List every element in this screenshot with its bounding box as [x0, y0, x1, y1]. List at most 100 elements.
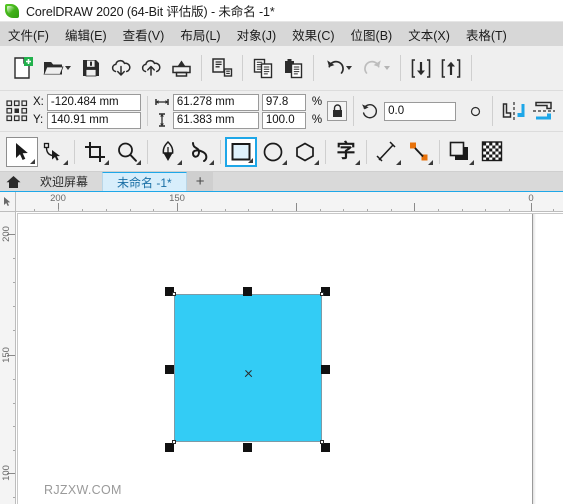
tool-connector[interactable]	[403, 137, 435, 167]
home-tab-button[interactable]	[0, 172, 26, 191]
scale-y-input[interactable]: 100.0	[261, 111, 306, 129]
tool-drop-shadow[interactable]	[444, 137, 476, 167]
height-input[interactable]: 61.383 mm	[172, 111, 259, 129]
toolbox-separator-2	[147, 139, 148, 164]
doctab-welcome[interactable]: 欢迎屏幕	[26, 172, 102, 191]
new-document-tab-button[interactable]: +	[186, 172, 214, 191]
circle-anchor-icon[interactable]	[464, 106, 486, 117]
save-button[interactable]	[76, 51, 106, 85]
rect-node-bottom-left[interactable]	[172, 440, 176, 444]
object-origin-grid-icon[interactable]	[6, 100, 28, 122]
import-button[interactable]	[406, 51, 436, 85]
tool-pick[interactable]	[6, 136, 38, 167]
copy-icon	[253, 58, 272, 78]
menu-bitmaps[interactable]: 位图(B)	[351, 23, 393, 46]
new-document-button[interactable]	[8, 51, 38, 85]
standard-toolbar	[0, 46, 563, 91]
selection-handle-bottom-left[interactable]	[165, 443, 174, 452]
import-arrow-down-icon	[411, 58, 431, 78]
tool-crop[interactable]	[79, 137, 111, 167]
horizontal-ruler[interactable]: 200 150 0	[0, 192, 563, 212]
selection-handle-middle-left[interactable]	[165, 365, 174, 374]
y-label: Y:	[33, 114, 44, 126]
tool-dimension[interactable]	[371, 137, 403, 167]
export-button[interactable]	[436, 51, 466, 85]
menu-table[interactable]: 表格(T)	[466, 23, 507, 46]
width-arrows-icon	[155, 93, 169, 111]
menu-bar: 文件(F) 编辑(E) 查看(V) 布局(L) 对象(J) 效果(C) 位图(B…	[0, 22, 563, 46]
selection-center-x-icon[interactable]	[244, 369, 253, 378]
dimension-line-icon	[376, 140, 396, 162]
cloud-download-icon	[111, 59, 131, 76]
height-arrows-icon	[157, 111, 167, 129]
menu-file[interactable]: 文件(F)	[8, 23, 49, 46]
rect-node-top-left[interactable]	[172, 292, 176, 296]
title-bar: CorelDRAW 2020 (64-Bit 评估版) - 未命名 -1*	[0, 0, 563, 22]
toolbar-separator-2	[242, 55, 243, 81]
menu-text[interactable]: 文本(X)	[408, 23, 450, 46]
open-folder-icon	[43, 62, 64, 75]
rect-node-bottom-right[interactable]	[320, 440, 324, 444]
size-icons	[154, 93, 170, 129]
tool-artistic-media[interactable]	[184, 137, 216, 167]
print-button[interactable]	[166, 51, 196, 85]
selection-handle-bottom-right[interactable]	[321, 443, 330, 452]
tool-polygon[interactable]	[289, 137, 321, 167]
menu-object[interactable]: 对象(J)	[237, 23, 277, 46]
y-position-input[interactable]: 140.91 mm	[46, 111, 141, 129]
menu-effects[interactable]: 效果(C)	[292, 23, 334, 46]
x-position-input[interactable]: -120.484 mm	[46, 93, 141, 111]
coreldraw-balloon-icon	[5, 3, 19, 18]
text-character-icon: 字	[336, 140, 356, 162]
menu-edit[interactable]: 编辑(E)	[65, 23, 107, 46]
tool-rectangle[interactable]	[225, 136, 257, 167]
scale-x-input[interactable]: 97.8	[261, 93, 306, 111]
tool-text[interactable]: 字	[330, 137, 362, 167]
coreldraw-window: CorelDRAW 2020 (64-Bit 评估版) - 未命名 -1* 文件…	[0, 0, 563, 504]
mirror-horizontal-button[interactable]	[499, 94, 529, 128]
undo-arrow-icon	[326, 60, 344, 74]
propertybar-separator-1	[146, 96, 148, 126]
paste-button[interactable]	[278, 51, 308, 85]
copy-button[interactable]	[248, 51, 278, 85]
cloud-download-button[interactable]	[106, 51, 136, 85]
selection-handle-top-center[interactable]	[243, 287, 252, 296]
redo-button[interactable]	[357, 51, 395, 85]
tool-freehand[interactable]	[152, 137, 184, 167]
rect-node-top-right[interactable]	[320, 292, 324, 296]
toolbox-separator-1	[74, 139, 75, 164]
width-input[interactable]: 61.278 mm	[172, 93, 259, 111]
tool-transparency[interactable]	[476, 137, 508, 167]
cloud-upload-button[interactable]	[136, 51, 166, 85]
vertical-ruler[interactable]: 200 150 100	[0, 192, 16, 504]
selected-rectangle[interactable]	[174, 294, 322, 442]
selection-handle-bottom-center[interactable]	[243, 443, 252, 452]
magnifier-icon	[118, 142, 137, 162]
toolbox: 字	[0, 132, 563, 172]
publish-pdf-icon	[212, 58, 233, 77]
doctab-untitled-1[interactable]: 未命名 -1*	[102, 172, 187, 191]
rotation-angle-input[interactable]: 0.0	[384, 101, 457, 121]
menu-view[interactable]: 查看(V)	[123, 23, 165, 46]
lock-ratio-button[interactable]	[327, 101, 348, 121]
selection-handle-middle-right[interactable]	[321, 365, 330, 374]
position-fields: -120.484 mm 140.91 mm	[46, 93, 141, 129]
toolbar-separator-1	[201, 55, 202, 81]
crop-icon	[85, 141, 105, 162]
watermark-text: RJZXW.COM	[44, 483, 122, 497]
xy-labels: X: Y:	[33, 93, 44, 129]
document-tab-bar: 欢迎屏幕 未命名 -1* +	[0, 172, 563, 192]
redo-dropdown-caret-icon[interactable]	[383, 66, 390, 70]
menu-layout[interactable]: 布局(L)	[180, 23, 220, 46]
tool-zoom[interactable]	[111, 137, 143, 167]
undo-button[interactable]	[319, 51, 357, 85]
publish-pdf-button[interactable]	[207, 51, 237, 85]
ruler-origin-icon[interactable]	[0, 192, 16, 212]
tool-ellipse[interactable]	[257, 137, 289, 167]
tool-shape[interactable]	[38, 137, 70, 167]
undo-dropdown-caret-icon[interactable]	[345, 66, 352, 70]
open-dropdown-caret-icon[interactable]	[65, 66, 71, 70]
scale-y-percent-label: %	[311, 114, 323, 126]
mirror-vertical-button[interactable]	[529, 94, 559, 128]
open-document-button[interactable]	[38, 51, 76, 85]
